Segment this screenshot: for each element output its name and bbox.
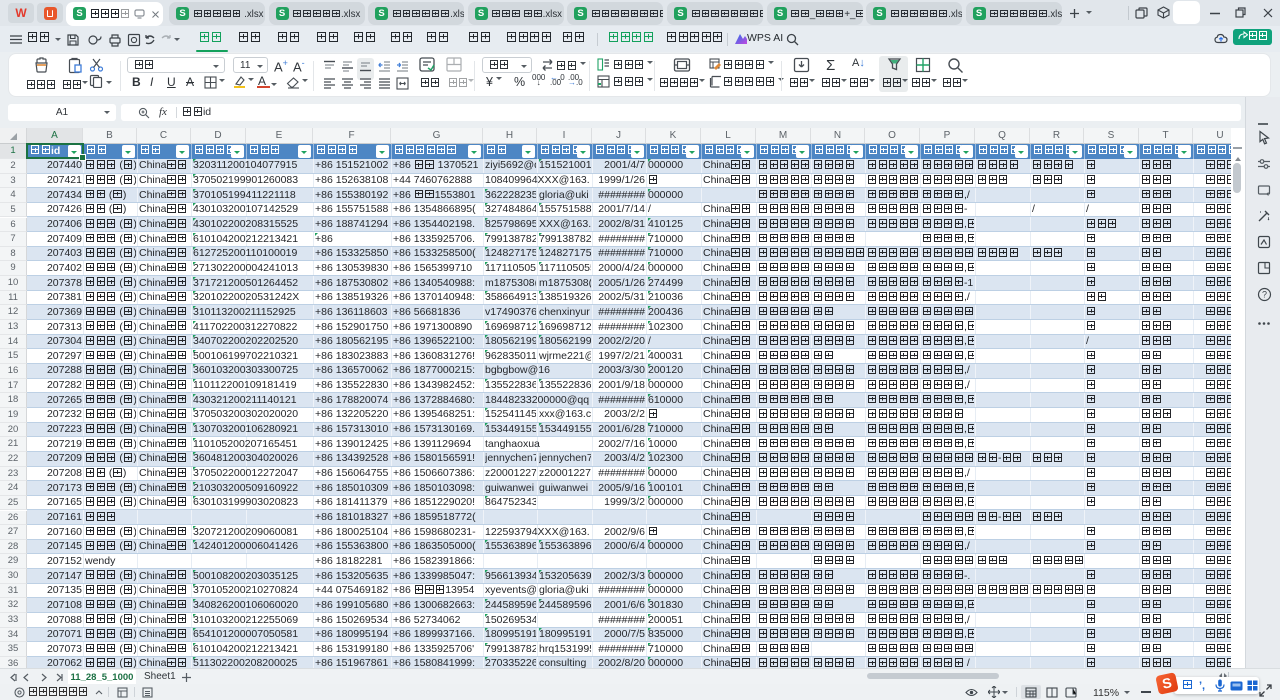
svg-text:?: ? <box>1262 290 1267 300</box>
